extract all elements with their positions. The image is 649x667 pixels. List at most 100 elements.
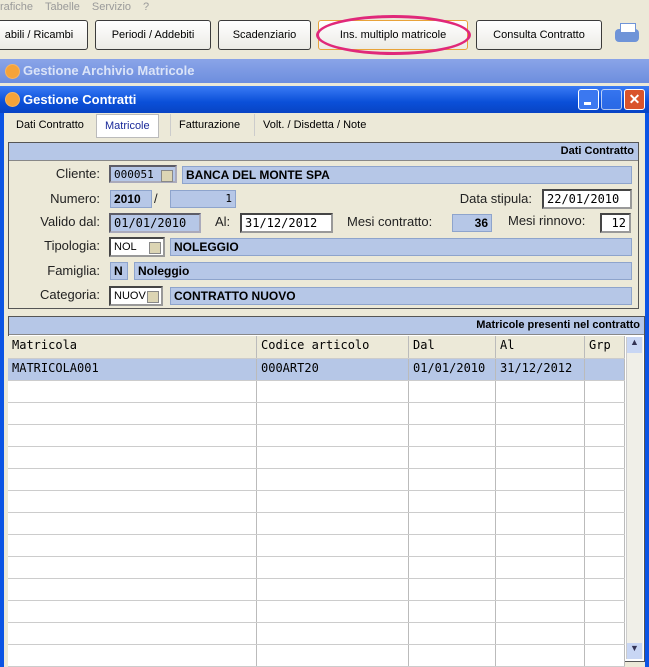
empty-cell [257, 601, 409, 622]
empty-row[interactable] [8, 491, 625, 513]
col-grp[interactable]: Grp [585, 336, 625, 358]
empty-cell [496, 579, 585, 600]
minimize-button[interactable] [578, 89, 599, 110]
vertical-scrollbar[interactable]: ▲ ▼ [626, 337, 643, 659]
tab-dati-contratto[interactable]: Dati Contratto [8, 114, 92, 136]
empty-row[interactable] [8, 425, 625, 447]
empty-cell [257, 491, 409, 512]
empty-cell [496, 623, 585, 644]
scroll-down-icon[interactable]: ▼ [627, 643, 642, 659]
empty-cell [585, 601, 625, 622]
empty-row[interactable] [8, 601, 625, 623]
al-label: Al: [215, 214, 231, 229]
periodi-addebiti-button[interactable]: Periodi / Addebiti [95, 20, 211, 50]
menu-tabelle[interactable]: Tabelle [45, 1, 80, 13]
empty-row[interactable] [8, 623, 625, 645]
empty-cell [8, 557, 257, 578]
famiglia-name-field: Noleggio [134, 262, 632, 280]
tab-matricole[interactable]: Matricole [96, 114, 159, 138]
data-stipula-field[interactable]: 22/01/2010 [542, 189, 632, 209]
col-codice-articolo[interactable]: Codice articolo [257, 336, 409, 358]
empty-cell [585, 469, 625, 490]
table-row[interactable]: MATRICOLA001 000ART20 01/01/2010 31/12/2… [8, 359, 625, 381]
window-titlebar: Gestione Contratti ✕ [0, 86, 649, 113]
tipologia-code-field[interactable]: NOL [109, 237, 165, 257]
empty-cell [585, 645, 625, 666]
scadenziario-button[interactable]: Scadenziario [218, 20, 311, 50]
scroll-up-icon[interactable]: ▲ [627, 337, 642, 353]
empty-cell [409, 381, 496, 402]
menu-help[interactable]: ? [143, 1, 149, 13]
empty-cell [409, 469, 496, 490]
empty-cell [496, 601, 585, 622]
empty-cell [409, 645, 496, 666]
empty-cell [585, 381, 625, 402]
mesi-rinnovo-field[interactable]: 12 [600, 213, 631, 233]
lookup-icon[interactable] [161, 170, 173, 182]
cliente-code: 000051 [114, 168, 154, 181]
empty-row[interactable] [8, 447, 625, 469]
col-matricola[interactable]: Matricola [8, 336, 257, 358]
empty-row[interactable] [8, 535, 625, 557]
numero-anno-field[interactable]: 2010 [110, 190, 152, 208]
empty-cell [496, 469, 585, 490]
famiglia-code-field[interactable]: N [110, 262, 128, 280]
categoria-code: NUOV [114, 290, 146, 302]
empty-cell [257, 447, 409, 468]
empty-cell [585, 557, 625, 578]
empty-cell [409, 425, 496, 446]
empty-row[interactable] [8, 381, 625, 403]
lookup-icon[interactable] [147, 291, 159, 303]
empty-cell [585, 425, 625, 446]
empty-cell [257, 425, 409, 446]
empty-cell [409, 579, 496, 600]
empty-cell [585, 447, 625, 468]
empty-row[interactable] [8, 469, 625, 491]
empty-row[interactable] [8, 557, 625, 579]
empty-cell [257, 513, 409, 534]
valido-dal-label: Valido dal: [40, 214, 100, 229]
empty-cell [257, 645, 409, 666]
maximize-button[interactable] [601, 89, 622, 110]
cell-matricola: MATRICOLA001 [8, 359, 257, 380]
cell-grp [585, 359, 625, 380]
tipologia-label: Tipologia: [44, 238, 100, 253]
tab-volt-disdetta-note[interactable]: Volt. / Disdetta / Note [254, 114, 374, 136]
ricambi-button[interactable]: abili / Ricambi [0, 20, 88, 50]
empty-cell [8, 601, 257, 622]
app-icon [5, 92, 20, 107]
empty-row[interactable] [8, 513, 625, 535]
col-al[interactable]: Al [496, 336, 585, 358]
empty-cell [8, 645, 257, 666]
tab-fatturazione[interactable]: Fatturazione [170, 114, 248, 136]
cliente-code-field[interactable]: 000051 [109, 165, 177, 183]
cliente-name-field: BANCA DEL MONTE SPA [182, 166, 632, 184]
empty-cell [8, 623, 257, 644]
empty-cell [8, 425, 257, 446]
empty-cell [8, 469, 257, 490]
close-button[interactable]: ✕ [624, 89, 645, 110]
empty-row[interactable] [8, 645, 625, 667]
menu-servizio[interactable]: Servizio [92, 1, 131, 13]
numero-label: Numero: [50, 191, 100, 206]
menu-anagrafiche[interactable]: rafiche [0, 1, 33, 13]
empty-cell [257, 469, 409, 490]
empty-cell [257, 381, 409, 402]
ins-multiplo-matricole-button[interactable]: Ins. multiplo matricole [318, 20, 468, 50]
lookup-icon[interactable] [149, 242, 161, 254]
empty-row[interactable] [8, 403, 625, 425]
consulta-contratto-button[interactable]: Consulta Contratto [476, 20, 602, 50]
empty-cell [585, 579, 625, 600]
numero-field[interactable]: 1 [170, 190, 236, 208]
empty-cell [496, 513, 585, 534]
al-field[interactable]: 31/12/2012 [240, 213, 333, 233]
empty-cell [257, 579, 409, 600]
col-dal[interactable]: Dal [409, 336, 496, 358]
valido-dal-field[interactable]: 01/01/2010 [109, 213, 201, 233]
categoria-code-field[interactable]: NUOV [109, 286, 163, 306]
empty-row[interactable] [8, 579, 625, 601]
app-icon [5, 64, 20, 79]
printer-icon[interactable] [612, 20, 642, 48]
table-header: Matricola Codice articolo Dal Al Grp [8, 336, 625, 359]
empty-cell [496, 535, 585, 556]
